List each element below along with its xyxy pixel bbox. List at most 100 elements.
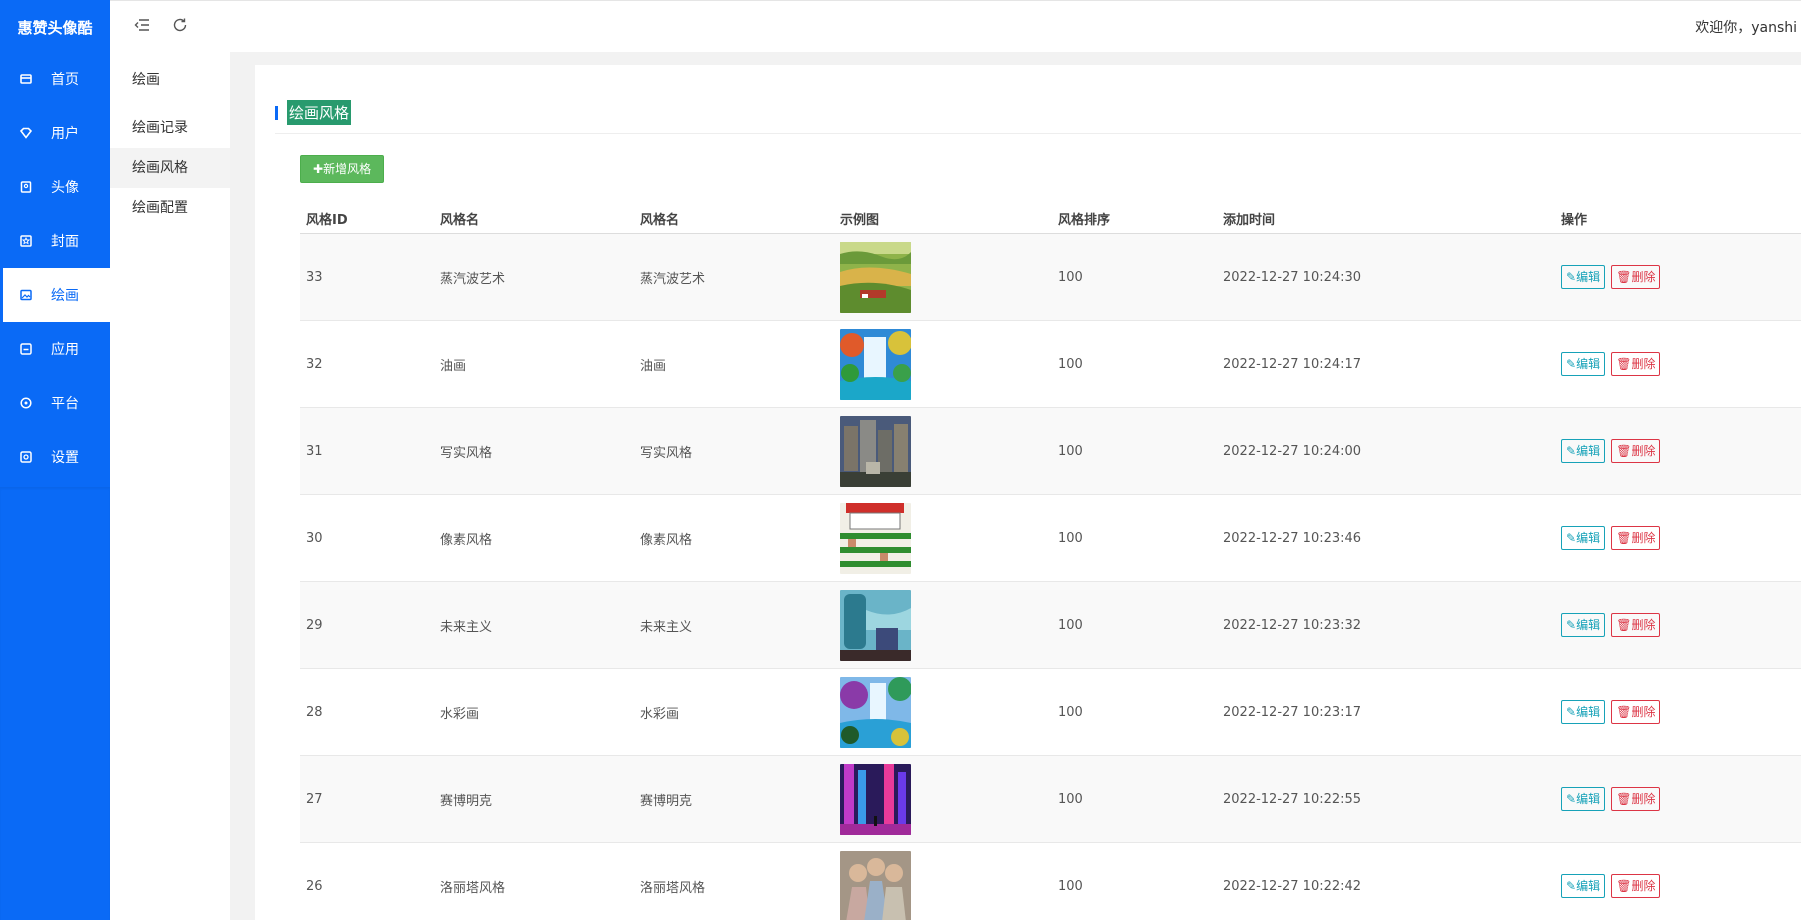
example-image-cell — [834, 407, 1052, 495]
style-name-alt: 蒸汽波艺术 — [634, 233, 834, 321]
sidebar-footer-area — [0, 487, 110, 920]
cyberpunk-thumbnail — [840, 763, 1052, 835]
column-header: 示例图 — [834, 203, 1052, 234]
example-image-cell — [834, 842, 1052, 920]
sidebar-item-avatar[interactable]: 头像 — [0, 160, 110, 214]
sidebar-item-label: 设置 — [51, 450, 79, 466]
delete-button[interactable]: 🗑删除 — [1611, 265, 1661, 289]
app-icon — [20, 343, 32, 355]
page-title-text: 绘画风格 — [287, 100, 352, 125]
panel-header: 绘画风格 — [275, 65, 1801, 134]
watercolor-thumbnail — [840, 676, 1052, 748]
actions-cell: ✎编辑 🗑删除 — [1555, 668, 1801, 756]
edit-label: 编辑 — [1576, 531, 1601, 545]
delete-button[interactable]: 🗑删除 — [1611, 874, 1661, 898]
sidebar-item-settings[interactable]: 设置 — [0, 430, 110, 484]
style-name: 像素风格 — [434, 494, 634, 582]
delete-label: 删除 — [1631, 531, 1656, 545]
pencil-icon: ✎ — [1566, 357, 1577, 371]
actions-cell: ✎编辑 🗑删除 — [1555, 407, 1801, 495]
delete-button[interactable]: 🗑删除 — [1611, 352, 1661, 376]
edit-label: 编辑 — [1576, 705, 1601, 719]
actions-cell: ✎编辑 🗑删除 — [1555, 842, 1801, 920]
style-sort: 100 — [1052, 320, 1217, 408]
submenu-item-records[interactable]: 绘画记录 — [110, 108, 230, 148]
created-time: 2022-12-27 10:24:30 — [1217, 233, 1555, 321]
sidebar-item-cover[interactable]: 封面 — [0, 214, 110, 268]
platform-icon — [20, 397, 32, 409]
trash-icon: 🗑 — [1616, 357, 1632, 371]
delete-button[interactable]: 🗑删除 — [1611, 787, 1661, 811]
column-header: 操作 — [1555, 203, 1801, 234]
submenu-item-config[interactable]: 绘画配置 — [110, 188, 230, 228]
trash-icon: 🗑 — [1616, 879, 1632, 893]
delete-button[interactable]: 🗑删除 — [1611, 526, 1661, 550]
future-thumbnail — [840, 589, 1052, 661]
style-sort: 100 — [1052, 842, 1217, 920]
created-time: 2022-12-27 10:22:55 — [1217, 755, 1555, 843]
example-image-cell — [834, 494, 1052, 582]
example-image-cell — [834, 755, 1052, 843]
pencil-icon: ✎ — [1566, 270, 1577, 284]
welcome-user[interactable]: 欢迎你，yanshi — [1695, 17, 1797, 37]
trash-icon: 🗑 — [1616, 531, 1632, 545]
style-name: 未来主义 — [434, 581, 634, 669]
edit-button[interactable]: ✎编辑 — [1561, 265, 1606, 289]
delete-button[interactable]: 🗑删除 — [1611, 439, 1661, 463]
table-row: 28 水彩画 水彩画 100 2022-12-27 10:23:17 ✎编辑 🗑… — [300, 668, 1801, 756]
refresh-icon[interactable] — [170, 15, 190, 35]
avatar-icon — [20, 181, 32, 193]
created-time: 2022-12-27 10:24:00 — [1217, 407, 1555, 495]
delete-button[interactable]: 🗑删除 — [1611, 613, 1661, 637]
brand-title: 惠赞头像酷 — [17, 19, 93, 37]
column-header: 添加时间 — [1217, 203, 1555, 234]
created-time: 2022-12-27 10:24:17 — [1217, 320, 1555, 408]
cover-icon — [20, 235, 32, 247]
created-time: 2022-12-27 10:23:32 — [1217, 581, 1555, 669]
pencil-icon: ✎ — [1566, 531, 1577, 545]
edit-button[interactable]: ✎编辑 — [1561, 439, 1606, 463]
table-row: 29 未来主义 未来主义 100 2022-12-27 10:23:32 ✎编辑… — [300, 581, 1801, 669]
submenu-title: 绘画 — [132, 72, 160, 88]
trash-icon: 🗑 — [1616, 444, 1632, 458]
edit-button[interactable]: ✎编辑 — [1561, 700, 1606, 724]
edit-button[interactable]: ✎编辑 — [1561, 787, 1606, 811]
sidebar-item-home[interactable]: 首页 — [0, 52, 110, 106]
edit-button[interactable]: ✎编辑 — [1561, 352, 1606, 376]
delete-button[interactable]: 🗑删除 — [1611, 700, 1661, 724]
delete-label: 删除 — [1631, 357, 1656, 371]
edit-button[interactable]: ✎编辑 — [1561, 613, 1606, 637]
created-time: 2022-12-27 10:23:17 — [1217, 668, 1555, 756]
add-style-button[interactable]: ✚新增风格 — [300, 155, 385, 183]
column-header: 风格名 — [634, 203, 834, 234]
sidebar-item-label: 首页 — [51, 72, 79, 88]
edit-button[interactable]: ✎编辑 — [1561, 526, 1606, 550]
style-id: 26 — [300, 842, 434, 920]
table-row: 26 洛丽塔风格 洛丽塔风格 100 2022-12-27 10:22:42 ✎… — [300, 842, 1801, 920]
sidebar-item-painting[interactable]: 绘画 — [3, 268, 110, 322]
style-id: 30 — [300, 494, 434, 582]
sidebar-item-platform[interactable]: 平台 — [0, 376, 110, 430]
style-id: 31 — [300, 407, 434, 495]
created-time: 2022-12-27 10:22:42 — [1217, 842, 1555, 920]
style-name-alt: 写实风格 — [634, 407, 834, 495]
pencil-icon: ✎ — [1566, 792, 1577, 806]
main-panel: 绘画风格 ✚新增风格 风格ID 风格名 风格名 示例图 风格排序 添加时间 操作… — [255, 65, 1801, 920]
delete-label: 删除 — [1631, 270, 1656, 284]
waterfall-thumbnail — [840, 328, 1052, 400]
sidebar-item-apps[interactable]: 应用 — [0, 322, 110, 376]
pencil-icon: ✎ — [1566, 879, 1577, 893]
collapse-menu-icon[interactable] — [132, 15, 152, 35]
actions-cell: ✎编辑 🗑删除 — [1555, 494, 1801, 582]
page-title: 绘画风格 — [275, 100, 352, 125]
style-id: 33 — [300, 233, 434, 321]
style-name: 写实风格 — [434, 407, 634, 495]
actions-cell: ✎编辑 🗑删除 — [1555, 233, 1801, 321]
title-marker — [275, 105, 278, 120]
submenu-item-styles[interactable]: 绘画风格 — [110, 148, 230, 188]
edit-button[interactable]: ✎编辑 — [1561, 874, 1606, 898]
sidebar: 惠赞头像酷 首页 用户 头像 封面 绘画 应用 平台 设置 — [0, 0, 110, 920]
image-icon — [20, 289, 32, 301]
sidebar-item-users[interactable]: 用户 — [0, 106, 110, 160]
table-row: 30 像素风格 像素风格 100 2022-12-27 10:23:46 ✎编辑… — [300, 494, 1801, 582]
